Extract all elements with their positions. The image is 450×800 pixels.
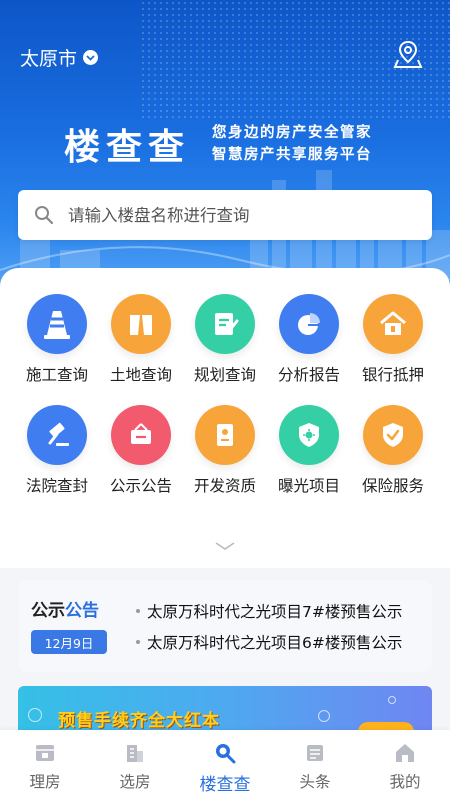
land-icon bbox=[111, 294, 171, 354]
service-label: 公示公告 bbox=[109, 477, 172, 495]
pie-chart-icon bbox=[279, 294, 339, 354]
bullet-dot bbox=[136, 640, 140, 644]
service-label: 分析报告 bbox=[277, 366, 340, 384]
tab-louchacha[interactable]: 楼查查 bbox=[180, 730, 270, 800]
promo-banner-text: 预售手续齐全大红本 bbox=[58, 711, 220, 731]
notice-item-text: 太原万科时代之光项目6#楼预售公示 bbox=[147, 634, 403, 652]
search-icon bbox=[212, 740, 238, 766]
tab-mine[interactable]: 我的 bbox=[360, 730, 450, 800]
bubble-decoration bbox=[318, 710, 330, 722]
tab-choose-house[interactable]: 选房 bbox=[90, 730, 180, 800]
notice-item[interactable]: 太原万科时代之光项目6#楼预售公示 bbox=[136, 631, 416, 653]
service-label: 土地查询 bbox=[109, 366, 172, 384]
service-label: 银行抵押 bbox=[361, 366, 424, 384]
notice-title-part-a: 公示 bbox=[31, 601, 65, 621]
service-label: 开发资质 bbox=[193, 477, 256, 495]
notice-board-icon bbox=[111, 405, 171, 465]
notice-title-part-b: 公告 bbox=[65, 601, 99, 621]
services-grid: 施工查询 土地查询 规划查询 分析报告 银行抵押 法院查封 公示公告 开发资质 … bbox=[0, 294, 450, 496]
expand-chevron-icon[interactable] bbox=[213, 540, 237, 552]
exposure-shield-icon bbox=[279, 405, 339, 465]
bubble-decoration bbox=[388, 696, 396, 704]
tab-headlines[interactable]: 头条 bbox=[270, 730, 360, 800]
planning-icon bbox=[195, 294, 255, 354]
notice-date-badge: 12月9日 bbox=[31, 630, 107, 654]
tab-manage-house[interactable]: 理房 bbox=[0, 730, 90, 800]
notice-item[interactable]: 太原万科时代之光项目7#楼预售公示 bbox=[136, 600, 416, 622]
app-logo-title: 楼查查 bbox=[64, 127, 191, 168]
tab-label: 理房 bbox=[29, 773, 61, 791]
tab-label: 头条 bbox=[299, 773, 331, 791]
building-icon bbox=[122, 740, 148, 766]
notice-panel: 公示公告 12月9日 太原万科时代之光项目7#楼预售公示 太原万科时代之光项目6… bbox=[18, 580, 432, 672]
service-developer-qualification[interactable]: 开发资质 bbox=[183, 405, 267, 496]
tab-label: 楼查查 bbox=[199, 775, 251, 795]
search-bar[interactable] bbox=[18, 190, 432, 240]
service-court-seizure[interactable]: 法院查封 bbox=[15, 405, 99, 496]
profile-home-icon bbox=[392, 740, 418, 766]
service-exposed-projects[interactable]: 曝光项目 bbox=[267, 405, 351, 496]
notice-item-text: 太原万科时代之光项目7#楼预售公示 bbox=[147, 603, 403, 621]
slogan-line-2: 智慧房产共享服务平台 bbox=[212, 147, 372, 163]
chevron-down-icon bbox=[83, 50, 99, 65]
tab-label: 选房 bbox=[119, 773, 151, 791]
search-icon bbox=[35, 206, 54, 225]
service-insurance[interactable]: 保险服务 bbox=[351, 405, 435, 496]
bullet-dot bbox=[136, 609, 140, 613]
bottom-tab-bar: 理房 选房 楼查查 头条 我的 bbox=[0, 730, 450, 800]
service-label: 保险服务 bbox=[361, 477, 424, 495]
news-icon bbox=[302, 740, 328, 766]
service-label: 曝光项目 bbox=[277, 477, 340, 495]
slogan-line-1: 您身边的房产安全管家 bbox=[212, 125, 372, 141]
service-analysis-report[interactable]: 分析报告 bbox=[267, 294, 351, 385]
service-construction-query[interactable]: 施工查询 bbox=[15, 294, 99, 385]
status-bar bbox=[0, 0, 450, 30]
service-land-query[interactable]: 土地查询 bbox=[99, 294, 183, 385]
house-manage-icon bbox=[32, 740, 58, 766]
location-pin-icon[interactable] bbox=[392, 38, 424, 70]
service-label: 施工查询 bbox=[25, 366, 88, 384]
service-public-notice[interactable]: 公示公告 bbox=[99, 405, 183, 496]
notice-title: 公示公告 bbox=[31, 596, 99, 621]
search-input[interactable] bbox=[68, 205, 398, 225]
service-label: 规划查询 bbox=[193, 366, 256, 384]
promo-banner[interactable]: 预售手续齐全大红本 bbox=[18, 686, 432, 736]
traffic-cone-icon bbox=[27, 294, 87, 354]
bubble-decoration bbox=[28, 708, 42, 722]
app-slogan: 您身边的房产安全管家 智慧房产共享服务平台 bbox=[212, 122, 372, 166]
insurance-shield-icon bbox=[363, 405, 423, 465]
service-label: 法院查封 bbox=[25, 477, 88, 495]
certificate-icon bbox=[195, 405, 255, 465]
service-planning-query[interactable]: 规划查询 bbox=[183, 294, 267, 385]
bank-house-icon bbox=[363, 294, 423, 354]
tab-label: 我的 bbox=[389, 773, 421, 791]
services-card: 施工查询 土地查询 规划查询 分析报告 银行抵押 法院查封 公示公告 开发资质 … bbox=[0, 268, 450, 568]
city-selector[interactable]: 太原市 bbox=[20, 44, 99, 71]
gavel-icon bbox=[27, 405, 87, 465]
service-bank-mortgage[interactable]: 银行抵押 bbox=[351, 294, 435, 385]
city-label: 太原市 bbox=[20, 48, 78, 70]
